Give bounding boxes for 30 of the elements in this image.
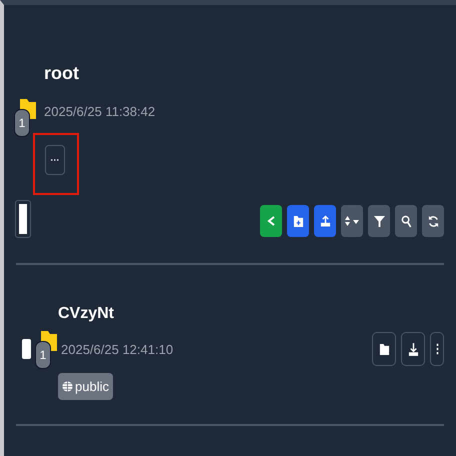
checkbox[interactable] — [22, 339, 31, 359]
globe-icon — [62, 381, 73, 392]
public-tag: public — [58, 373, 113, 400]
share-button[interactable] — [260, 205, 282, 237]
folder-plus-icon — [292, 214, 304, 228]
download-icon — [408, 342, 418, 356]
count-badge: 1 — [35, 341, 51, 369]
timestamp: 2025/6/25 11:38:42 — [44, 104, 156, 119]
count-badge: 1 — [14, 109, 30, 137]
refresh-button[interactable] — [422, 205, 444, 237]
download-button[interactable] — [401, 332, 425, 366]
folder-name[interactable]: CVzyNt — [58, 305, 444, 323]
sort-button[interactable] — [341, 205, 363, 237]
more-icon — [436, 341, 438, 357]
more-button[interactable] — [430, 332, 444, 366]
filter-button[interactable] — [368, 205, 390, 237]
folder-icon — [378, 342, 390, 356]
filter-icon — [374, 214, 384, 228]
upload-button[interactable] — [314, 205, 336, 237]
folder-name[interactable]: root — [44, 63, 156, 84]
more-button[interactable]: ··· — [45, 145, 65, 175]
upload-icon — [320, 214, 330, 228]
search-button[interactable] — [395, 205, 417, 237]
search-icon — [400, 214, 412, 228]
checkbox[interactable] — [16, 201, 30, 237]
new-folder-button[interactable] — [287, 205, 309, 237]
sort-icon — [344, 215, 360, 227]
refresh-icon — [428, 214, 438, 228]
timestamp: 2025/6/25 12:41:10 — [61, 342, 174, 356]
open-button[interactable] — [372, 332, 396, 366]
